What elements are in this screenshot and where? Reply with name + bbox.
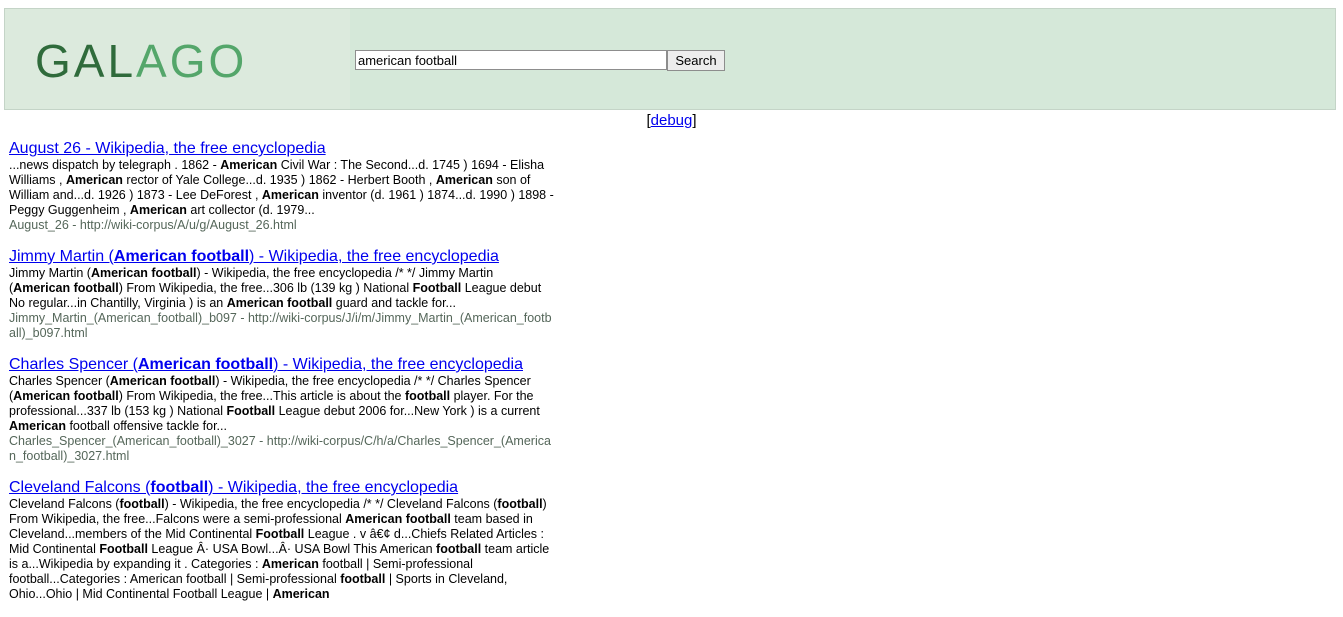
result-snippet-highlight: American bbox=[65, 173, 123, 187]
result-snippet-highlight: football bbox=[404, 389, 451, 403]
result-snippet-highlight: football bbox=[119, 497, 165, 511]
result-snippet-highlight: American football bbox=[13, 389, 119, 403]
logo-area: GALAGO bbox=[5, 9, 350, 109]
galago-logo[interactable]: GALAGO bbox=[35, 35, 247, 87]
result-snippet: Jimmy Martin (American football) - Wikip… bbox=[9, 266, 557, 311]
result-snippet-text: rector of Yale College...d. 1935 ) 1862 … bbox=[122, 173, 436, 187]
search-result: Cleveland Falcons (football) - Wikipedia… bbox=[9, 479, 557, 602]
result-snippet-highlight: Football bbox=[226, 404, 276, 418]
result-snippet-text: League debut 2006 for...New York ) is a … bbox=[275, 404, 540, 418]
search-button[interactable]: Search bbox=[667, 50, 725, 71]
result-title-link[interactable]: Jimmy Martin (American football) - Wikip… bbox=[9, 248, 557, 266]
result-title-text: August 26 - Wikipedia, the free encyclop… bbox=[9, 140, 326, 157]
result-snippet-highlight: American football bbox=[13, 281, 119, 295]
result-snippet-text: ) - Wikipedia, the free encyclopedia /* … bbox=[164, 497, 498, 511]
search-input[interactable] bbox=[355, 50, 667, 70]
search-result: Charles Spencer (American football) - Wi… bbox=[9, 356, 557, 464]
debug-link[interactable]: debug bbox=[651, 112, 693, 129]
result-title-link[interactable]: August 26 - Wikipedia, the free encyclop… bbox=[9, 140, 557, 158]
logo-text-dark: GAL bbox=[35, 35, 137, 87]
result-snippet-highlight: Football bbox=[255, 527, 305, 541]
result-snippet-highlight: American bbox=[261, 557, 319, 571]
result-snippet-highlight: American football bbox=[226, 296, 333, 310]
header-bar: GALAGO Search bbox=[4, 8, 1336, 110]
debug-link-row: [debug] bbox=[0, 112, 1343, 130]
result-snippet-highlight: Football bbox=[99, 542, 148, 556]
result-title-text: Cleveland Falcons ( bbox=[9, 479, 151, 496]
result-snippet-text: football offensive tackle for... bbox=[65, 419, 227, 433]
result-title-text: Charles Spencer ( bbox=[9, 356, 138, 373]
result-title-text: ) - Wikipedia, the free encyclopedia bbox=[249, 248, 499, 265]
result-url: August_26 - http://wiki-corpus/A/u/g/Aug… bbox=[9, 218, 297, 232]
result-title-text: ) - Wikipedia, the free encyclopedia bbox=[208, 479, 459, 496]
result-snippet-highlight: football bbox=[436, 542, 482, 556]
result-snippet-text: ) From Wikipedia, the free...This articl… bbox=[118, 389, 405, 403]
search-result: Jimmy Martin (American football) - Wikip… bbox=[9, 248, 557, 341]
result-snippet-text: Charles Spencer ( bbox=[9, 374, 110, 388]
result-snippet-highlight: American bbox=[129, 203, 187, 217]
logo-text-accent: A bbox=[136, 35, 170, 87]
result-snippet-highlight: American football bbox=[90, 266, 197, 280]
result-snippet-highlight: Football bbox=[412, 281, 462, 295]
result-title-link[interactable]: Cleveland Falcons (football) - Wikipedia… bbox=[9, 479, 557, 497]
result-title-highlight: football bbox=[150, 479, 209, 496]
result-title-text: Jimmy Martin ( bbox=[9, 248, 114, 265]
result-title-highlight: American football bbox=[113, 248, 250, 265]
result-snippet: ...news dispatch by telegraph . 1862 - A… bbox=[9, 158, 557, 218]
result-snippet-highlight: American bbox=[261, 188, 319, 202]
result-snippet-text: League Â· USA Bowl...Â· USA Bowl This Am… bbox=[147, 542, 437, 556]
result-snippet-highlight: American bbox=[272, 587, 330, 601]
logo-text-light: GO bbox=[169, 35, 248, 87]
search-result: August 26 - Wikipedia, the free encyclop… bbox=[9, 140, 557, 233]
result-snippet: Charles Spencer (American football) - Wi… bbox=[9, 374, 557, 434]
result-snippet-highlight: football bbox=[340, 572, 386, 586]
result-snippet-highlight: American bbox=[9, 419, 66, 433]
result-title-highlight: American football bbox=[137, 356, 274, 373]
result-snippet: Cleveland Falcons (football) - Wikipedia… bbox=[9, 497, 557, 602]
result-snippet-text: ) From Wikipedia, the free...306 lb (139… bbox=[118, 281, 413, 295]
result-snippet-highlight: American football bbox=[109, 374, 216, 388]
result-snippet-highlight: American bbox=[220, 158, 278, 172]
result-url: Charles_Spencer_(American_football)_3027… bbox=[9, 434, 551, 463]
result-snippet-highlight: American bbox=[435, 173, 493, 187]
result-snippet-highlight: football bbox=[497, 497, 543, 511]
result-title-text: ) - Wikipedia, the free encyclopedia bbox=[273, 356, 523, 373]
result-snippet-text: ...news dispatch by telegraph . 1862 - bbox=[9, 158, 221, 172]
result-snippet-text: Jimmy Martin ( bbox=[9, 266, 91, 280]
result-snippet-highlight: American football bbox=[345, 512, 451, 526]
result-title-link[interactable]: Charles Spencer (American football) - Wi… bbox=[9, 356, 557, 374]
result-snippet-text: Cleveland Falcons ( bbox=[9, 497, 120, 511]
results-list: August 26 - Wikipedia, the free encyclop… bbox=[9, 140, 557, 617]
result-snippet-text: guard and tackle for... bbox=[332, 296, 456, 310]
result-url: Jimmy_Martin_(American_football)_b097 - … bbox=[9, 311, 552, 340]
result-snippet-text: art collector (d. 1979... bbox=[186, 203, 315, 217]
debug-bracket-close: ] bbox=[692, 112, 697, 129]
